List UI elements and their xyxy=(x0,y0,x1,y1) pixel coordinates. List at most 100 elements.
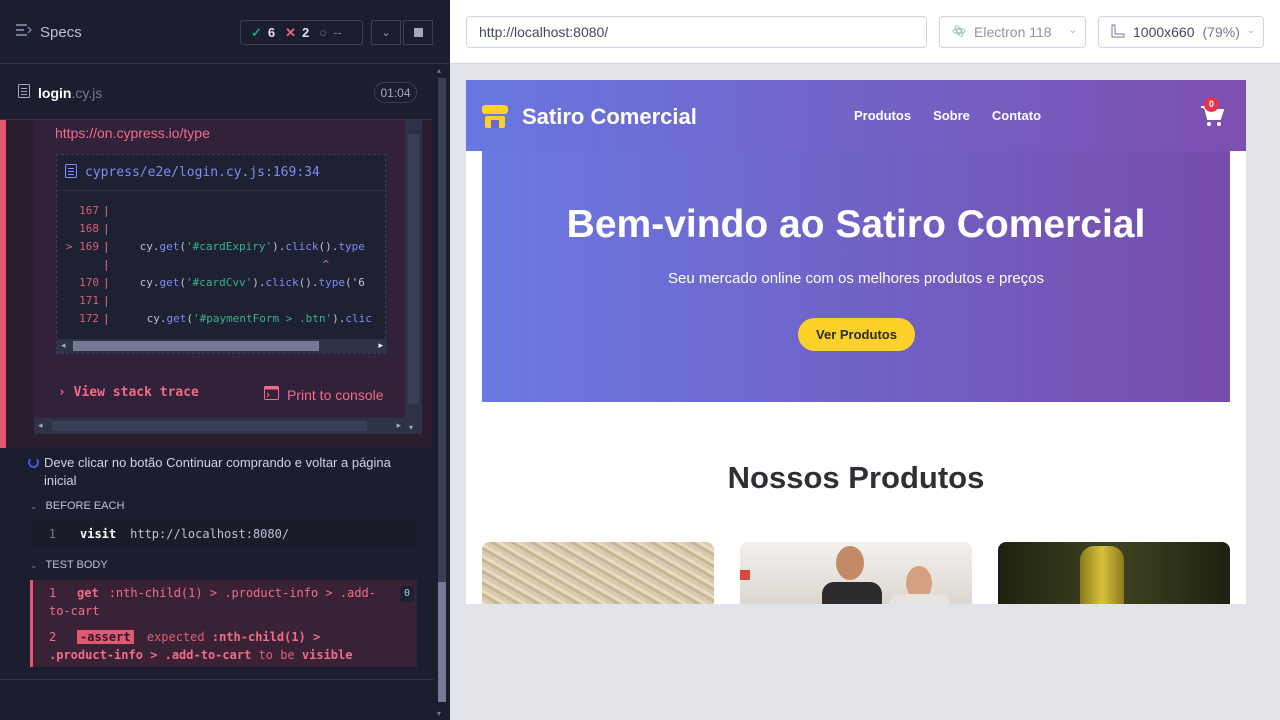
ver-produtos-button[interactable]: Ver Produtos xyxy=(798,318,915,351)
app-iframe[interactable]: Satiro Comercial Produtos Sobre Contato … xyxy=(466,80,1246,604)
line-code: cy.get('#cardCvv').click().type('6 xyxy=(139,275,365,289)
document-icon xyxy=(65,163,77,182)
reporter-scroll-track xyxy=(438,78,446,643)
code-line: 170 | cy.get('#cardCvv').click().type('6 xyxy=(57,273,365,291)
spec-header: login.cy.js 01:04 xyxy=(0,64,432,120)
cart-count-badge: 0 xyxy=(1204,97,1219,112)
specs-toggle[interactable]: Specs xyxy=(16,23,82,41)
divider xyxy=(0,679,434,680)
line-code: cy.get('#cardExpiry').click().type xyxy=(139,239,365,253)
spinner-icon: ○ xyxy=(319,25,328,40)
error-h-scroll-thumb[interactable] xyxy=(52,421,367,431)
aut-header: http://localhost:8080/ Electron 118 ⌄ 10… xyxy=(450,0,1280,64)
line-number: 168 xyxy=(79,221,99,235)
cross-icon: ✕ xyxy=(285,24,297,40)
site-nav-links: Produtos Sobre Contato xyxy=(854,108,1041,123)
line-number: 171 xyxy=(79,293,99,307)
test-title[interactable]: Deve clicar no botão Continuar comprando… xyxy=(28,454,398,490)
pending-count: ○ -- xyxy=(319,25,342,40)
code-line: > 169 | cy.get('#cardExpiry').click().type xyxy=(57,237,365,255)
line-gutter: | xyxy=(103,275,110,289)
chevron-down-icon: ⌄ xyxy=(381,27,391,39)
code-line: | ^ xyxy=(57,255,329,273)
document-icon xyxy=(18,84,30,101)
code-line: 171 | xyxy=(57,291,140,309)
failed-commands[interactable]: 1 get:nth-child(1) > .product-info > .add… xyxy=(30,580,417,667)
line-number: 172 xyxy=(79,311,99,325)
docs-link[interactable]: https://on.cypress.io/type xyxy=(55,125,210,141)
nav-sobre[interactable]: Sobre xyxy=(933,108,970,123)
reporter-scroll-thumb[interactable] xyxy=(438,582,446,702)
hero-title: Bem-vindo ao Satiro Comercial xyxy=(566,203,1146,246)
element-count-badge: 0 xyxy=(400,586,414,602)
line-gutter: | xyxy=(103,239,110,253)
before-each-section[interactable]: ⌄ BEFORE EACH xyxy=(30,500,124,512)
specs-label: Specs xyxy=(40,23,82,41)
code-frame: cypress/e2e/login.cy.js:169:34 167 | 168 | >… xyxy=(56,154,387,354)
hero-section: Bem-vindo ao Satiro Comercial Seu mercad… xyxy=(482,151,1230,402)
browser-select[interactable]: Electron 118 ⌄ xyxy=(939,16,1086,48)
code-h-scroll-thumb[interactable] xyxy=(73,341,319,351)
line-gutter: | xyxy=(103,311,110,325)
terminal-icon xyxy=(264,386,279,403)
code-frame-file: cypress/e2e/login.cy.js:169:34 xyxy=(85,165,320,180)
line-number: 167 xyxy=(79,203,99,217)
spec-duration: 01:04 xyxy=(374,82,417,103)
code-line: 168 | xyxy=(57,219,140,237)
error-v-scroll-thumb[interactable] xyxy=(408,134,419,404)
line-gutter: | xyxy=(103,293,110,307)
nav-produtos[interactable]: Produtos xyxy=(854,108,911,123)
line-code: cy.get('#paymentForm > .btn').clic xyxy=(146,311,372,325)
print-to-console-button[interactable]: Print to console xyxy=(264,386,384,403)
url-input[interactable]: http://localhost:8080/ xyxy=(466,16,927,48)
stats-bar: ✓ 6 ✕ 2 ○ -- xyxy=(240,20,363,45)
error-content: https://on.cypress.io/type cypress/e2e/l… xyxy=(34,120,405,434)
code-frame-header[interactable]: cypress/e2e/login.cy.js:169:34 xyxy=(57,155,385,191)
code-line: 167 | xyxy=(57,201,140,219)
reporter-panel: Specs ✓ 6 ✕ 2 ○ -- ⌄ login.cy.js 01:04 http… xyxy=(0,0,450,720)
spec-ext: .cy.js xyxy=(71,84,103,101)
line-gutter: | xyxy=(103,203,110,217)
view-stack-trace[interactable]: › View stack trace xyxy=(58,385,199,400)
spec-name: login xyxy=(38,84,72,101)
viewport-info[interactable]: 1000x660 (79%) ⌄ xyxy=(1098,16,1264,48)
line-number: > 169 xyxy=(65,239,99,253)
chevron-down-icon: ⌄ xyxy=(1246,25,1255,36)
running-spinner-icon xyxy=(28,457,39,468)
app-under-test-panel: http://localhost:8080/ Electron 118 ⌄ 10… xyxy=(450,0,1280,720)
store-icon xyxy=(482,105,508,129)
line-gutter: | xyxy=(103,257,110,271)
command-get[interactable]: 1 get:nth-child(1) > .product-info > .add… xyxy=(49,584,379,620)
passed-count: ✓ 6 xyxy=(251,24,276,41)
command-visit[interactable]: 1 visit http://localhost:8080/ xyxy=(30,520,417,547)
line-number: 170 xyxy=(79,275,99,289)
error-v-scrollbar[interactable]: ▾ xyxy=(405,120,422,434)
error-block: https://on.cypress.io/type cypress/e2e/l… xyxy=(0,120,432,448)
product-image-rice xyxy=(482,542,714,604)
spec-file[interactable]: login.cy.js xyxy=(18,84,102,101)
test-body-section[interactable]: ⌄ TEST BODY xyxy=(30,559,108,571)
product-image-people xyxy=(740,542,972,604)
line-code: ^ xyxy=(322,257,330,271)
site-navbar: Satiro Comercial Produtos Sobre Contato … xyxy=(466,80,1246,151)
reporter-scrollbar[interactable]: ▴ ▾ xyxy=(434,64,450,720)
code-line: 172 | cy.get('#paymentForm > .btn').clic xyxy=(57,309,372,327)
chevron-down-icon: ⌄ xyxy=(1068,25,1077,36)
product-image-olive-oil xyxy=(998,542,1230,604)
nav-contato[interactable]: Contato xyxy=(992,108,1041,123)
chevron-down-icon: ⌄ xyxy=(30,559,38,570)
reporter-header: Specs ✓ 6 ✕ 2 ○ -- ⌄ xyxy=(0,0,450,64)
products-heading: Nossos Produtos xyxy=(727,460,985,495)
failed-count: ✕ 2 xyxy=(285,24,310,41)
error-h-scrollbar[interactable]: ◂ ▸ xyxy=(34,418,405,434)
stop-button[interactable] xyxy=(403,20,433,45)
code-h-scrollbar[interactable]: ◂ ▸ xyxy=(57,339,387,353)
collapse-button[interactable]: ⌄ xyxy=(371,20,401,45)
site-logo[interactable]: Satiro Comercial xyxy=(482,104,697,130)
line-gutter: | xyxy=(103,221,110,235)
chevron-right-icon: › xyxy=(58,385,74,400)
cypress-runner: Specs ✓ 6 ✕ 2 ○ -- ⌄ login.cy.js 01:04 http… xyxy=(0,0,1280,720)
chevron-down-icon: ⌄ xyxy=(30,500,38,511)
command-assert[interactable]: 2 -assert expected :nth-child(1) > .produ… xyxy=(49,628,379,664)
ruler-icon xyxy=(1111,24,1125,41)
